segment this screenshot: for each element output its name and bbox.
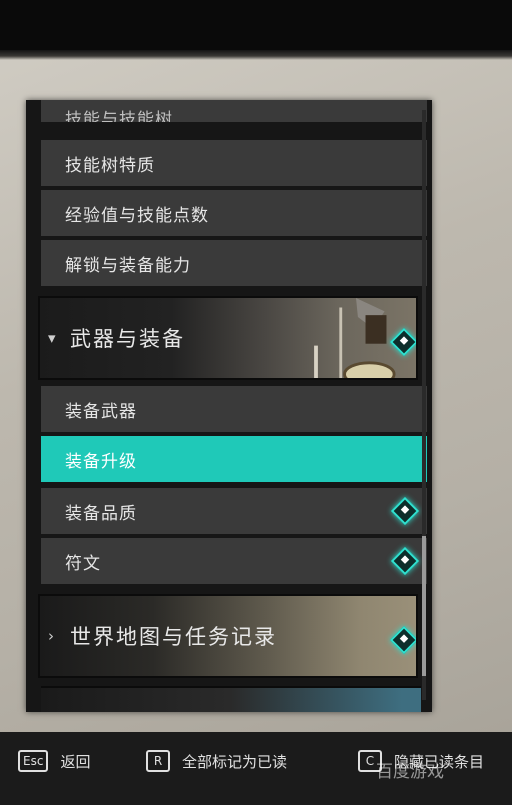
- menu-item-label: 经验值与技能点数: [65, 205, 209, 226]
- top-bar: [0, 0, 512, 52]
- menu-item-unlock-abilities[interactable]: 解锁与装备能力: [41, 240, 427, 286]
- menu-item-label: 符文: [65, 553, 101, 574]
- category-label: 世界地图与任务记录: [70, 625, 277, 649]
- watermark: 百度游戏: [376, 762, 444, 782]
- menu-item-label: 装备武器: [65, 401, 137, 422]
- codex-menu-panel: 技能与技能树 技能树特质 经验值与技能点数 解锁与装备能力 ▾ 武器与装备 装备…: [26, 100, 432, 712]
- menu-item-xp-skill-points[interactable]: 经验值与技能点数: [41, 190, 427, 236]
- chevron-down-icon: ▾: [48, 329, 58, 347]
- menu-item-label: 技能与技能树: [65, 110, 173, 122]
- menu-item-runes[interactable]: 符文: [41, 538, 427, 584]
- next-category-peek: [41, 686, 421, 712]
- mark-all-read-hint[interactable]: R 全部标记为已读: [146, 750, 287, 772]
- menu-item-label: 技能树特质: [65, 155, 155, 176]
- back-hint[interactable]: Esc 返回: [18, 750, 90, 772]
- menu-item-label: 解锁与装备能力: [65, 255, 191, 276]
- mark-all-read-label: 全部标记为已读: [182, 752, 288, 771]
- esc-key-icon: Esc: [18, 750, 49, 772]
- new-indicator-icon: [390, 546, 420, 576]
- scrollbar-thumb[interactable]: [422, 536, 426, 676]
- r-key-icon: R: [146, 750, 170, 772]
- menu-item-gear-quality[interactable]: 装备品质: [41, 488, 427, 534]
- category-weapons-gear[interactable]: ▾ 武器与装备: [38, 296, 418, 380]
- menu-item-label: 装备升级: [65, 451, 137, 472]
- menu-item-gear-upgrade[interactable]: 装备升级: [41, 436, 427, 482]
- menu-item-skills[interactable]: 技能与技能树: [41, 100, 427, 122]
- chevron-right-icon: ›: [48, 627, 56, 645]
- torn-edge: [0, 50, 512, 60]
- category-world-map-quests[interactable]: › 世界地图与任务记录: [38, 594, 418, 678]
- back-label: 返回: [60, 752, 91, 771]
- new-indicator-icon: [390, 496, 420, 526]
- menu-item-skill-tree-traits[interactable]: 技能树特质: [41, 140, 427, 186]
- new-indicator-icon: [389, 625, 416, 655]
- category-label: 武器与装备: [70, 327, 185, 351]
- menu-item-label: 装备品质: [65, 503, 137, 524]
- menu-item-equip-weapons[interactable]: 装备武器: [41, 386, 427, 432]
